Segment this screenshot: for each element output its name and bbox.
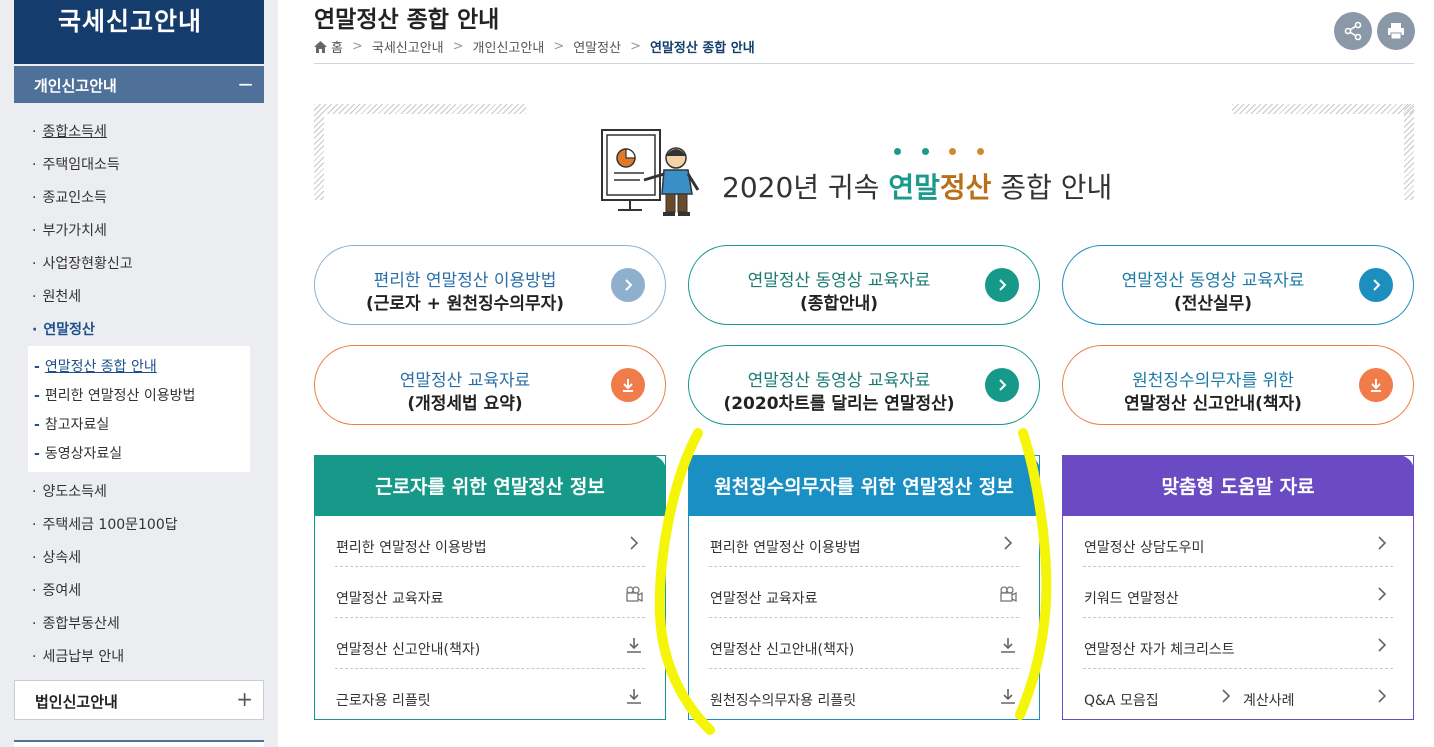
download-icon: [611, 368, 645, 402]
calc-example-link[interactable]: 계산사례: [1243, 690, 1295, 710]
chevron-right-icon: [1378, 587, 1387, 601]
chevron-right-icon: [1378, 638, 1387, 652]
card-row[interactable]: 연말정산 자가 체크리스트: [1083, 618, 1393, 669]
breadcrumb-home[interactable]: 홈: [331, 37, 343, 56]
submenu-item-overview[interactable]: - 연말정산 종합 안내: [34, 356, 157, 376]
sidebar-item-capital-gains[interactable]: · 양도소득세: [32, 481, 107, 501]
presenter-illustration-icon: [601, 129, 700, 216]
card-row[interactable]: 원천징수의무자용 리플릿: [709, 669, 1019, 720]
card-row[interactable]: 연말정산 상담도우미: [1083, 516, 1393, 567]
submenu-item-references[interactable]: - 참고자료실: [34, 414, 109, 434]
download-icon: [627, 638, 641, 653]
banner-dot: [922, 148, 929, 155]
chevron-right-icon: [1378, 536, 1387, 550]
submenu-item-howto[interactable]: - 편리한 연말정산 이용방법: [34, 385, 195, 405]
pill-education-material[interactable]: 연말정산 교육자료 (개정세법 요약): [314, 345, 666, 425]
chevron-right-icon: [611, 268, 645, 302]
breadcrumb-item[interactable]: 국세신고안내: [372, 37, 444, 56]
banner-dot: [977, 148, 984, 155]
sidebar-item-rental-income[interactable]: · 주택임대소득: [32, 154, 120, 174]
download-icon: [1001, 689, 1015, 704]
download-icon: [627, 689, 641, 704]
video-icon: [1000, 586, 1017, 603]
card-row[interactable]: 연말정산 신고안내(책자): [335, 618, 645, 669]
banner-dot: [949, 148, 956, 155]
breadcrumb-item[interactable]: 연말정산: [573, 37, 621, 56]
sidebar-item-income-tax[interactable]: · 종합소득세: [32, 121, 107, 141]
banner-hatch-left-side: [314, 104, 324, 200]
breadcrumb: 홈 > 국세신고안내 > 개인신고안내 > 연말정산 > 연말정산 종합 안내: [314, 37, 755, 56]
pill-video-chart[interactable]: 연말정산 동영상 교육자료 (2020차트를 달리는 연말정산): [688, 345, 1040, 425]
sidebar-next-section: [14, 740, 264, 747]
chevron-right-icon: [1222, 689, 1231, 703]
pill-howto[interactable]: 편리한 연말정산 이용방법 (근로자 + 원천징수의무자): [314, 245, 666, 325]
submenu-item-videos[interactable]: - 동영상자료실: [34, 443, 122, 463]
sidebar-item-year-end[interactable]: · 연말정산: [32, 319, 95, 339]
sidebar-item-withholding[interactable]: · 원천세: [32, 286, 81, 306]
card-title: 원천징수의무자를 위한 연말정산 정보: [688, 455, 1040, 516]
card-row[interactable]: 연말정산 교육자료: [335, 567, 645, 618]
pill-video-practice[interactable]: 연말정산 동영상 교육자료 (전산실무): [1062, 245, 1414, 325]
card-title: 맞춤형 도움말 자료: [1062, 455, 1414, 516]
sidebar-item-property[interactable]: · 종합부동산세: [32, 613, 120, 633]
sidebar-section-personal[interactable]: 개인신고안내 −: [14, 66, 264, 103]
sidebar-item-business-status[interactable]: · 사업장현황신고: [32, 253, 133, 273]
video-icon: [626, 586, 643, 603]
qa-link[interactable]: Q&A 모음집: [1084, 690, 1159, 710]
chevron-right-icon: [630, 536, 639, 550]
pill-video-overview[interactable]: 연말정산 동영상 교육자료 (종합안내): [688, 245, 1040, 325]
banner: 2020년 귀속 연말정산 종합 안내: [314, 104, 1414, 216]
page-title: 연말정산 종합 안내: [314, 7, 500, 33]
sidebar: 국세신고안내 개인신고안내 − · 종합소득세 · 주택임대소득 · 종교인소득 · 부…: [0, 0, 278, 747]
sidebar-item-inheritance[interactable]: · 상속세: [32, 547, 81, 567]
print-icon: [1388, 23, 1404, 40]
sidebar-item-religious-income[interactable]: · 종교인소득: [32, 187, 107, 207]
card-row[interactable]: 근로자용 리플릿: [335, 669, 645, 720]
share-button[interactable]: [1334, 12, 1372, 50]
sidebar-title: 국세신고안내: [14, 0, 264, 64]
expand-icon[interactable]: +: [236, 687, 253, 711]
card-row[interactable]: 키워드 연말정산: [1083, 567, 1393, 618]
banner-hatch-right-side: [1404, 104, 1414, 200]
sidebar-corp-label: 법인신고안내: [35, 693, 118, 711]
share-icon: [1344, 21, 1362, 41]
banner-hatch-right: [1232, 104, 1414, 114]
chevron-right-icon: [1359, 268, 1393, 302]
card-employee-info: 근로자를 위한 연말정산 정보 편리한 연말정산 이용방법 연말정산 교육자료 …: [314, 455, 666, 720]
breadcrumb-current: 연말정산 종합 안내: [649, 41, 755, 56]
sidebar-item-gift[interactable]: · 증여세: [32, 580, 81, 600]
sidebar-section-label: 개인신고안내: [34, 77, 117, 95]
download-icon: [1001, 638, 1015, 653]
header-divider: [314, 63, 1414, 64]
card-withholder-info: 원천징수의무자를 위한 연말정산 정보 편리한 연말정산 이용방법 연말정산 교…: [688, 455, 1040, 720]
card-row[interactable]: 편리한 연말정산 이용방법: [335, 516, 645, 567]
banner-hatch-left: [314, 104, 526, 114]
sidebar-menu: · 종합소득세 · 주택임대소득 · 종교인소득 · 부가가치세 · 사업장현황신고 · 원…: [14, 103, 264, 679]
chevron-right-icon: [1004, 536, 1013, 550]
chevron-right-icon: [1378, 689, 1387, 703]
pill-withholder-guide[interactable]: 원천징수의무자를 위한 연말정산 신고안내(책자): [1062, 345, 1414, 425]
card-title: 근로자를 위한 연말정산 정보: [314, 455, 666, 516]
sidebar-item-housing-qa[interactable]: · 주택세금 100문100답: [32, 514, 178, 534]
home-icon: [314, 40, 327, 53]
banner-dots: [894, 148, 984, 156]
download-icon: [1359, 368, 1393, 402]
sidebar-submenu: - 연말정산 종합 안내 - 편리한 연말정산 이용방법 - 참고자료실 - 동영상자료…: [28, 346, 250, 472]
card-row[interactable]: Q&A 모음집 계산사례: [1083, 669, 1393, 720]
card-row[interactable]: 연말정산 신고안내(책자): [709, 618, 1019, 669]
banner-title: 2020년 귀속 연말정산 종합 안내: [722, 171, 1113, 204]
chevron-right-icon: [985, 368, 1019, 402]
card-help-material: 맞춤형 도움말 자료 연말정산 상담도우미 키워드 연말정산 연말정산 자가 체…: [1062, 455, 1414, 720]
collapse-icon[interactable]: −: [237, 72, 254, 96]
sidebar-item-payment[interactable]: · 세금납부 안내: [32, 646, 124, 666]
card-row[interactable]: 연말정산 교육자료: [709, 567, 1019, 618]
chevron-right-icon: [985, 268, 1019, 302]
sidebar-section-corporate[interactable]: 법인신고안내 +: [14, 680, 264, 720]
banner-dot: [894, 148, 901, 155]
print-button[interactable]: [1377, 12, 1415, 50]
card-row[interactable]: 편리한 연말정산 이용방법: [709, 516, 1019, 567]
sidebar-item-vat[interactable]: · 부가가치세: [32, 220, 107, 240]
breadcrumb-item[interactable]: 개인신고안내: [473, 37, 545, 56]
